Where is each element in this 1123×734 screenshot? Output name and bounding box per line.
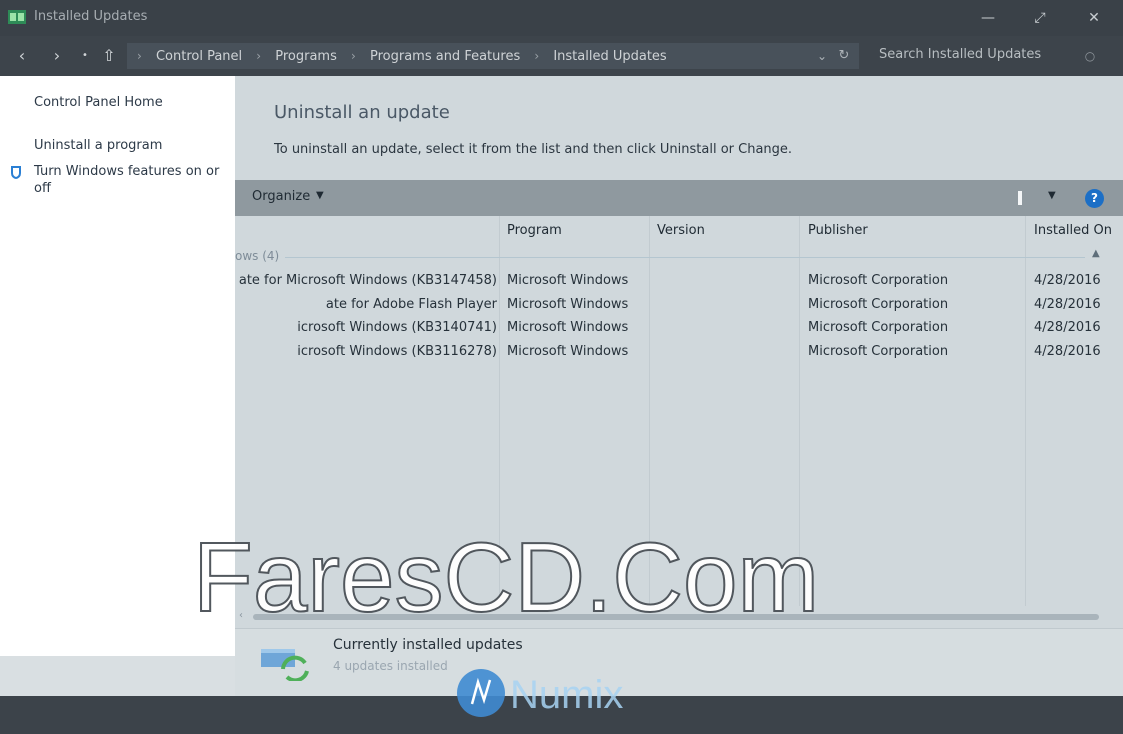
search-input[interactable]: Search Installed Updates <box>879 47 1041 62</box>
table-row[interactable]: ate for Microsoft Windows (KB3147458) Mi… <box>235 270 1123 292</box>
maximize-button[interactable]: ⤢ <box>1025 6 1055 30</box>
details-count: 4 updates installed <box>333 659 448 673</box>
details-title: Currently installed updates <box>333 637 523 653</box>
breadcrumb-separator[interactable]: › <box>534 49 539 63</box>
sidebar-link-uninstall-program[interactable]: Uninstall a program <box>34 137 162 154</box>
update-publisher: Microsoft Corporation <box>808 344 949 359</box>
sidebar-link-control-panel-home[interactable]: Control Panel Home <box>34 94 163 111</box>
watermark-text: FaresCD.Com <box>192 522 820 632</box>
window-title: Installed Updates <box>34 9 148 24</box>
group-header[interactable]: ows (4) <box>235 249 279 263</box>
breadcrumb-installed-updates[interactable]: Installed Updates <box>553 49 666 64</box>
group-collapse-icon[interactable]: ▲ <box>1092 248 1100 259</box>
numix-logo: Numix <box>457 669 623 717</box>
page-description: To uninstall an update, select it from t… <box>274 142 793 157</box>
navigation-bar: ‹ › • ⇧ › Control Panel › Programs › Pro… <box>0 36 1123 76</box>
numix-logo-text: Numix <box>510 673 623 717</box>
table-row[interactable]: icrosoft Windows (KB3116278) Microsoft W… <box>235 341 1123 363</box>
forward-button[interactable]: › <box>45 44 69 68</box>
breadcrumb-programs[interactable]: Programs <box>275 49 337 64</box>
update-name: icrosoft Windows (KB3116278) <box>297 344 497 359</box>
breadcrumb-control-panel[interactable]: Control Panel <box>156 49 242 64</box>
table-row[interactable]: ate for Adobe Flash Player Microsoft Win… <box>235 294 1123 316</box>
breadcrumb-programs-and-features[interactable]: Programs and Features <box>370 49 520 64</box>
updates-installed-icon <box>261 649 309 681</box>
help-button[interactable]: ? <box>1085 189 1104 208</box>
installed-updates-icon <box>8 10 26 24</box>
organize-button[interactable]: Organize <box>252 189 310 204</box>
update-name: ate for Adobe Flash Player <box>325 297 497 312</box>
view-dropdown-icon[interactable]: ▼ <box>1048 190 1056 201</box>
update-installed-on: 4/28/2016 <box>1034 297 1101 312</box>
update-program: Microsoft Windows <box>507 297 629 312</box>
breadcrumb-separator[interactable]: › <box>256 49 261 63</box>
minimize-button[interactable]: — <box>973 6 1003 30</box>
breadcrumb: › Control Panel › Programs › Programs an… <box>137 43 667 69</box>
sidebar-footer <box>0 656 235 696</box>
update-name: ate for Microsoft Windows (KB3147458) <box>238 273 497 288</box>
up-button[interactable]: ⇧ <box>97 44 121 68</box>
back-button[interactable]: ‹ <box>10 44 34 68</box>
address-history-dropdown-icon[interactable]: ⌄ <box>813 46 831 66</box>
view-options-icon[interactable] <box>1016 189 1024 207</box>
close-button[interactable]: ✕ <box>1079 6 1109 30</box>
search-icon[interactable]: ○ <box>1082 48 1098 64</box>
address-bar[interactable]: › Control Panel › Programs › Programs an… <box>127 43 859 69</box>
breadcrumb-separator: › <box>137 49 142 63</box>
column-header-installed-on[interactable]: Installed On <box>1034 223 1112 238</box>
details-pane: Currently installed updates 4 updates in… <box>235 628 1123 701</box>
update-publisher: Microsoft Corporation <box>808 297 949 312</box>
update-program: Microsoft Windows <box>507 320 629 335</box>
update-installed-on: 4/28/2016 <box>1034 320 1101 335</box>
update-program: Microsoft Windows <box>507 273 629 288</box>
table-row[interactable]: icrosoft Windows (KB3140741) Microsoft W… <box>235 317 1123 339</box>
organize-dropdown-icon[interactable]: ▼ <box>316 190 324 201</box>
column-header-program[interactable]: Program <box>507 223 562 238</box>
column-header-publisher[interactable]: Publisher <box>808 223 868 238</box>
group-divider <box>285 257 1085 258</box>
update-installed-on: 4/28/2016 <box>1034 273 1101 288</box>
update-publisher: Microsoft Corporation <box>808 273 949 288</box>
column-header-version[interactable]: Version <box>657 223 705 238</box>
breadcrumb-separator[interactable]: › <box>351 49 356 63</box>
recent-locations-button[interactable]: • <box>73 44 97 68</box>
update-program: Microsoft Windows <box>507 344 629 359</box>
windows-features-shield-icon <box>11 166 21 179</box>
command-toolbar: Organize ▼ ▼ ? <box>235 180 1123 216</box>
update-name: icrosoft Windows (KB3140741) <box>297 320 497 335</box>
update-installed-on: 4/28/2016 <box>1034 344 1101 359</box>
title-bar: Installed Updates — ⤢ ✕ <box>0 0 1123 36</box>
page-title: Uninstall an update <box>274 102 450 123</box>
refresh-icon[interactable]: ↻ <box>835 46 853 66</box>
search-box[interactable]: Search Installed Updates ○ <box>866 43 1111 69</box>
update-publisher: Microsoft Corporation <box>808 320 949 335</box>
sidebar-link-windows-features[interactable]: Turn Windows features on or off <box>34 163 224 197</box>
